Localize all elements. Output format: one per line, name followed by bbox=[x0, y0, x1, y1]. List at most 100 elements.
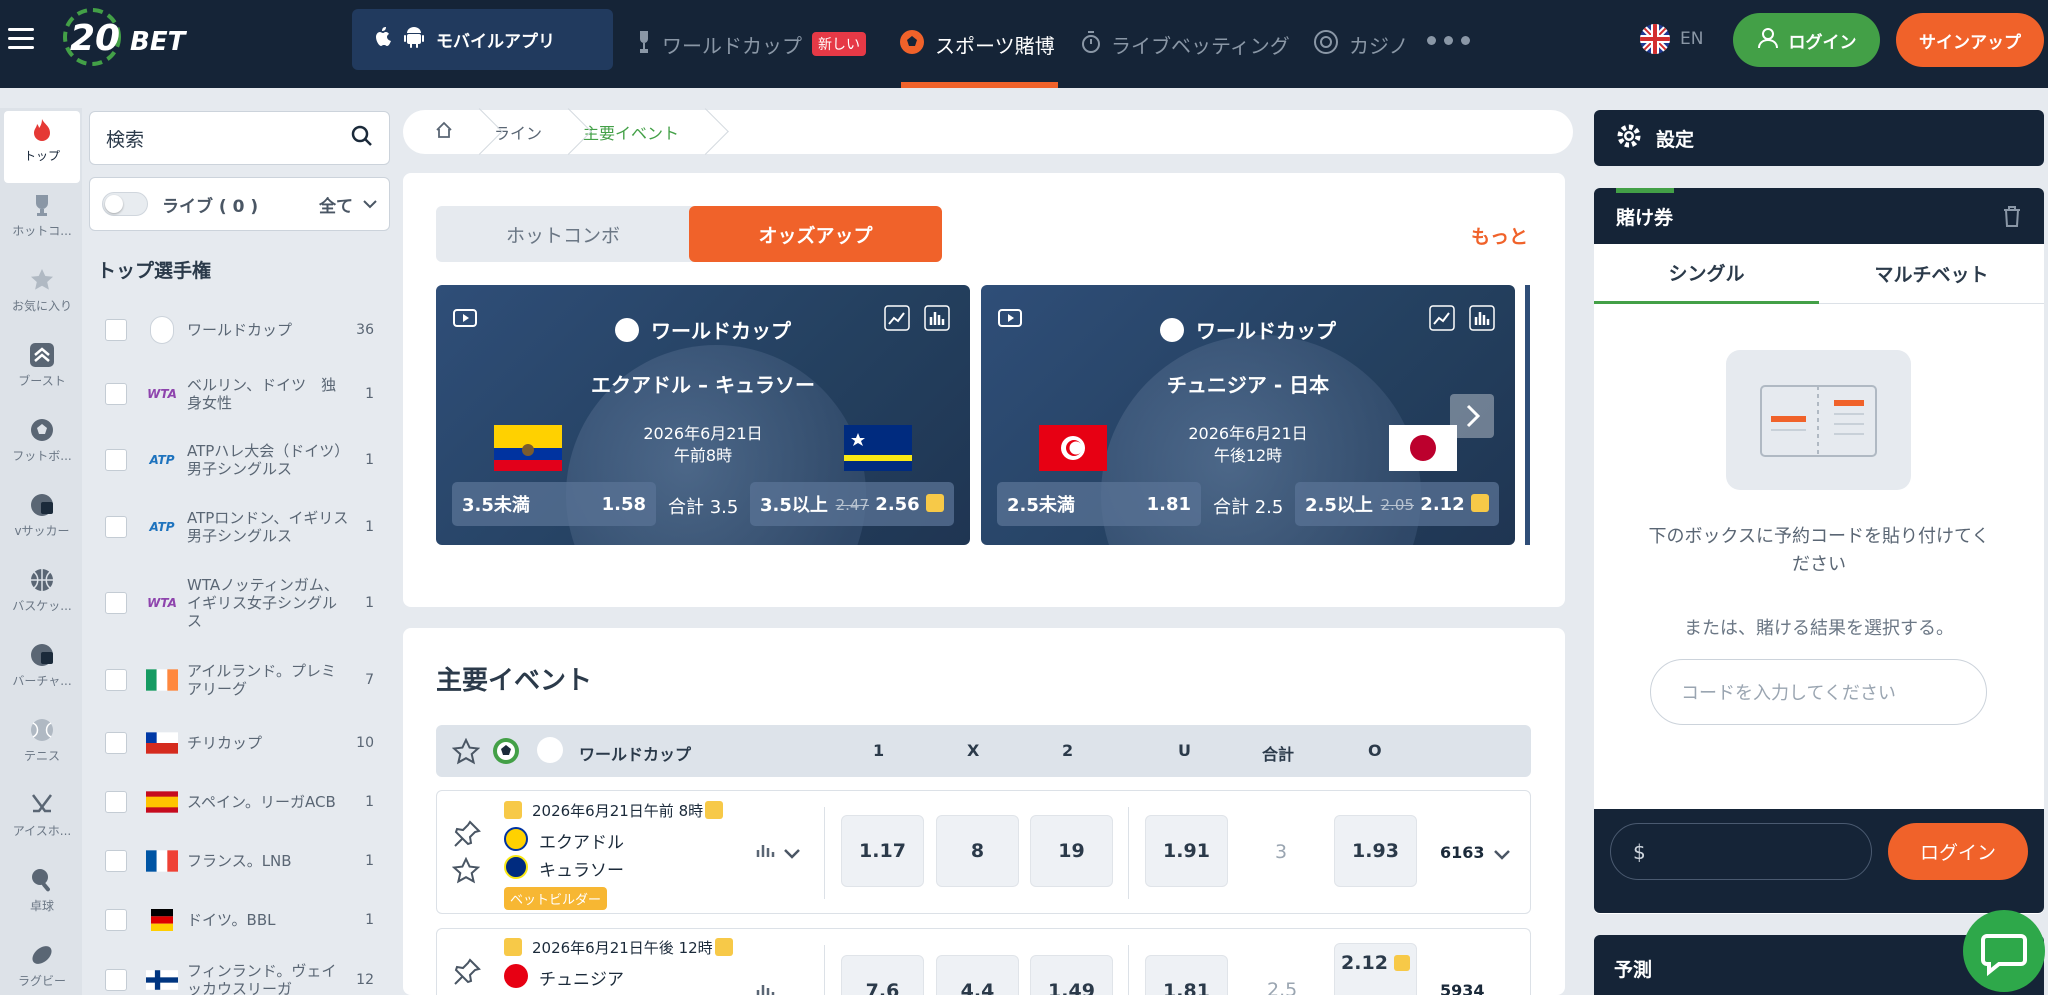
trash-icon[interactable] bbox=[2002, 205, 2022, 232]
rail-icehockey[interactable]: アイスホ... bbox=[4, 786, 80, 858]
championship-item[interactable]: フィンランド。ヴェイッカウスリーガ 12 bbox=[89, 958, 390, 995]
ecuador-flag-icon bbox=[504, 827, 528, 851]
odds-2[interactable]: 19 bbox=[1030, 815, 1113, 887]
chevron-down-icon[interactable] bbox=[783, 845, 801, 864]
checkbox[interactable] bbox=[105, 732, 127, 754]
under-odds-button[interactable]: 2.5未満 1.81 bbox=[997, 482, 1201, 526]
rail-tennis[interactable]: テニス bbox=[4, 711, 80, 783]
live-toggle[interactable] bbox=[102, 192, 148, 216]
checkbox[interactable] bbox=[105, 449, 127, 471]
rail-vsoccer[interactable]: vサッカー bbox=[4, 486, 80, 558]
checkbox[interactable] bbox=[105, 969, 127, 991]
promo-event-card[interactable]: ワールドカップ エクアドル – キュラソー 2026年6月21日 午前8時 3.… bbox=[436, 285, 970, 545]
rail-rugby[interactable]: ラグビー bbox=[4, 936, 80, 995]
fire-icon bbox=[34, 119, 50, 141]
over-odds-button[interactable]: 3.5以上 2.47 2.56 bbox=[750, 482, 954, 526]
promo-event-card[interactable]: ワールドカップ チュニジア - 日本 2026年6月21日 午後12時 2.5未… bbox=[981, 285, 1515, 545]
rail-basketball[interactable]: バスケッ... bbox=[4, 561, 80, 633]
search-icon[interactable] bbox=[351, 125, 373, 152]
stats-line-icon[interactable] bbox=[884, 305, 910, 331]
checkbox[interactable] bbox=[105, 516, 127, 538]
championship-item[interactable]: ATP ATPロンドン、イギリス男子シングルス 1 bbox=[89, 505, 390, 549]
stake-input[interactable]: $ bbox=[1610, 823, 1872, 880]
championship-item[interactable]: ドイツ。BBL 1 bbox=[89, 906, 390, 934]
championship-item[interactable]: アイルランド。プレミアリーグ 7 bbox=[89, 658, 390, 702]
match-row[interactable]: 2026年6月21日午前 8時 エクアドル キュラソー ベットビルダー 1.17… bbox=[436, 790, 1531, 914]
favorite-star-icon[interactable] bbox=[451, 737, 481, 770]
championship-item[interactable]: WTA ベルリン、ドイツ 独身女性 1 bbox=[89, 372, 390, 416]
odds-1[interactable]: 7.6 bbox=[841, 955, 924, 995]
more-dots-icon[interactable] bbox=[1427, 36, 1470, 45]
championship-count: 1 bbox=[365, 519, 374, 535]
pin-icon[interactable] bbox=[452, 957, 482, 991]
tab-single[interactable]: シングル bbox=[1594, 244, 1819, 304]
rail-table-tennis[interactable]: 卓球 bbox=[4, 861, 80, 933]
checkbox[interactable] bbox=[105, 669, 127, 691]
odds-x[interactable]: 8 bbox=[936, 815, 1019, 887]
tab-hot-combo[interactable]: ホットコンボ bbox=[436, 206, 690, 262]
odds-over[interactable]: 2.12 bbox=[1334, 943, 1417, 995]
tab-odds-up[interactable]: オッズアップ bbox=[689, 206, 942, 262]
menu-icon[interactable] bbox=[8, 28, 34, 50]
signup-button[interactable]: サインアップ bbox=[1896, 13, 2044, 67]
markets-count[interactable]: 5934 bbox=[1440, 981, 1485, 995]
stats-bar-icon[interactable] bbox=[1469, 305, 1495, 331]
odds-x[interactable]: 4.4 bbox=[936, 955, 1019, 995]
checkbox[interactable] bbox=[105, 592, 127, 614]
breadcrumb-main-events: 主要イベント bbox=[583, 124, 680, 143]
rail-virtual[interactable]: バーチャ... bbox=[4, 636, 80, 708]
championship-item[interactable]: ワールドカップ 36 bbox=[89, 316, 390, 344]
checkbox[interactable] bbox=[105, 383, 127, 405]
nav-live[interactable]: ライブベッティング bbox=[1081, 0, 1290, 88]
checkbox[interactable] bbox=[105, 791, 127, 813]
search-box[interactable]: 検索 bbox=[89, 111, 390, 165]
home-icon[interactable] bbox=[435, 121, 453, 143]
rail-hot-combo[interactable]: ホットコ... bbox=[4, 186, 80, 258]
under-odds-button[interactable]: 3.5未満 1.58 bbox=[452, 482, 656, 526]
nav-sports[interactable]: スポーツ賭博 bbox=[899, 0, 1055, 88]
chevron-down-icon[interactable] bbox=[1493, 846, 1511, 865]
chat-button[interactable] bbox=[1963, 910, 2045, 992]
bet-builder-tag[interactable]: ベットビルダー bbox=[504, 887, 608, 910]
star-icon[interactable] bbox=[451, 856, 481, 889]
betslip-login-button[interactable]: ログイン bbox=[1888, 823, 2028, 880]
odds-1[interactable]: 1.17 bbox=[841, 815, 924, 887]
booking-code-input[interactable]: コードを入力してください bbox=[1650, 659, 1987, 725]
rail-top[interactable]: トップ bbox=[4, 111, 80, 183]
mobile-app-button[interactable]: モバイルアプリ bbox=[352, 9, 613, 70]
stats-bar-icon[interactable] bbox=[924, 305, 950, 331]
match-row[interactable]: 2026年6月21日午後 12時 チュニジア 7.6 4.4 1.49 1.81… bbox=[436, 928, 1531, 995]
rail-favorites[interactable]: お気に入り bbox=[4, 261, 80, 333]
stats-line-icon[interactable] bbox=[1429, 305, 1455, 331]
odds-over[interactable]: 1.93 bbox=[1334, 815, 1417, 887]
nav-casino[interactable]: カジノ bbox=[1313, 0, 1409, 88]
odds-under[interactable]: 1.91 bbox=[1145, 815, 1228, 887]
tab-multi[interactable]: マルチベット bbox=[1819, 244, 2044, 304]
pin-icon[interactable] bbox=[452, 819, 482, 853]
rail-boost[interactable]: ブースト bbox=[4, 336, 80, 408]
checkbox[interactable] bbox=[105, 909, 127, 931]
championship-item[interactable]: フランス。LNB 1 bbox=[89, 847, 390, 875]
settings-bar[interactable]: 設定 bbox=[1594, 110, 2044, 166]
championship-item[interactable]: WTA WTAノッティンガム、イギリス女子シングルス 1 bbox=[89, 572, 390, 634]
championship-item[interactable]: チリカップ 10 bbox=[89, 729, 390, 757]
login-button[interactable]: ログイン bbox=[1733, 13, 1880, 67]
rail-football[interactable]: フットボ... bbox=[4, 411, 80, 483]
checkbox[interactable] bbox=[105, 319, 127, 341]
over-odds-button[interactable]: 2.5以上 2.05 2.12 bbox=[1295, 482, 1499, 526]
carousel-next-button[interactable] bbox=[1450, 394, 1494, 438]
filter-dropdown[interactable]: 全て bbox=[319, 192, 377, 217]
logo[interactable]: 20 BET bbox=[60, 6, 205, 68]
chart-icon[interactable] bbox=[755, 981, 779, 995]
odds-2[interactable]: 1.49 bbox=[1030, 955, 1113, 995]
hockey-icon bbox=[32, 794, 52, 813]
checkbox[interactable] bbox=[105, 850, 127, 872]
markets-count[interactable]: 6163 bbox=[1440, 843, 1485, 862]
chart-icon[interactable] bbox=[755, 841, 779, 861]
odds-under[interactable]: 1.81 bbox=[1145, 955, 1228, 995]
language-selector[interactable]: EN bbox=[1640, 24, 1703, 54]
championship-item[interactable]: ATP ATPハレ大会（ドイツ）男子シングルス 1 bbox=[89, 438, 390, 482]
nav-worldcup[interactable]: ワールドカップ 新しい bbox=[636, 0, 866, 88]
championship-item[interactable]: スペイン。リーガACB 1 bbox=[89, 788, 390, 816]
more-link[interactable]: もっと bbox=[1471, 222, 1528, 249]
